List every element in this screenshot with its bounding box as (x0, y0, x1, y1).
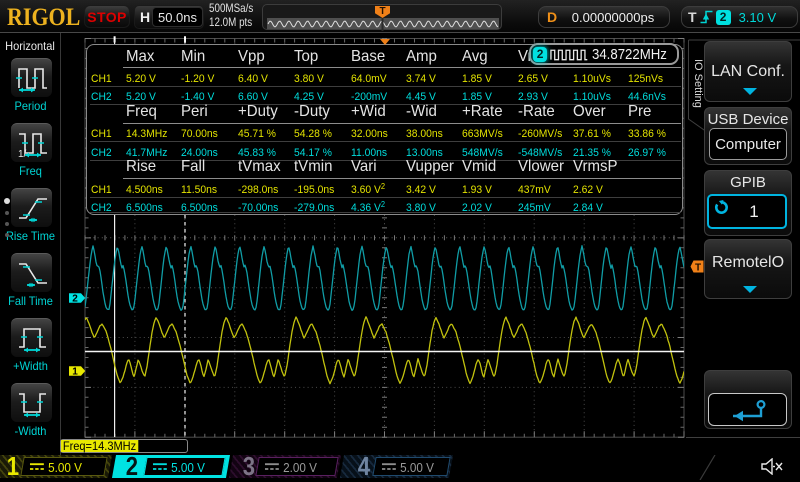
svg-text:1: 1 (72, 367, 78, 378)
svg-text:2: 2 (72, 294, 78, 305)
svg-text:T: T (695, 263, 701, 274)
